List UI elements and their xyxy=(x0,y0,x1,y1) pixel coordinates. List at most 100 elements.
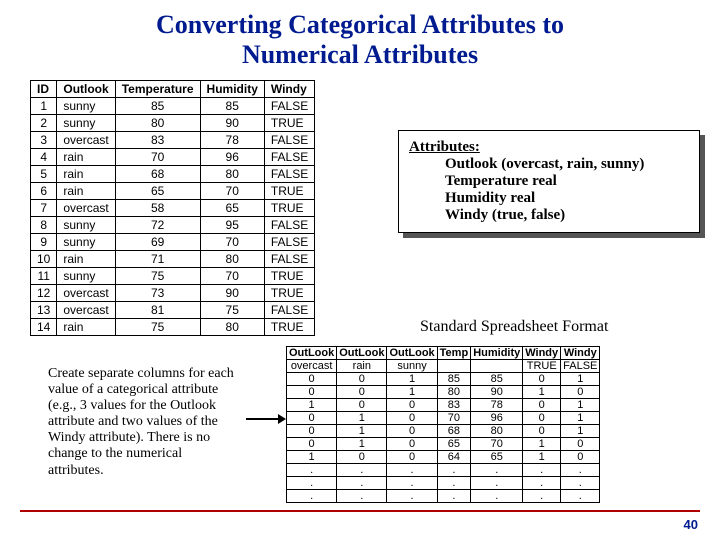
table-cell: 0 xyxy=(287,425,337,438)
table-cell: 96 xyxy=(200,148,264,165)
table-row: 100837801 xyxy=(287,399,600,412)
table-cell: FALSE xyxy=(264,148,314,165)
table-cell: . xyxy=(337,477,387,490)
table-cell: 1 xyxy=(523,386,561,399)
table-row: 6rain6570TRUE xyxy=(31,182,315,199)
table-cell: 0 xyxy=(287,438,337,451)
table-cell: rain xyxy=(57,250,115,267)
table-row: 10rain7180FALSE xyxy=(31,250,315,267)
table-cell: 80 xyxy=(200,250,264,267)
table-row: 5rain6880FALSE xyxy=(31,165,315,182)
table-row: 4rain7096FALSE xyxy=(31,148,315,165)
table2-header-sub: rain xyxy=(337,360,387,373)
table-row: 13overcast8175FALSE xyxy=(31,301,315,318)
table-cell: 70 xyxy=(200,233,264,250)
table-cell: 58 xyxy=(115,199,200,216)
table2-header-top: OutLook xyxy=(287,347,337,360)
table-cell: 70 xyxy=(437,412,471,425)
table-cell: 9 xyxy=(31,233,57,250)
table-cell: sunny xyxy=(57,233,115,250)
table-cell: . xyxy=(337,464,387,477)
table-cell: 0 xyxy=(287,386,337,399)
table-cell: 85 xyxy=(471,373,523,386)
table-cell: . xyxy=(561,490,600,503)
table-cell: 85 xyxy=(200,97,264,114)
table-cell: FALSE xyxy=(264,216,314,233)
table-cell: 80 xyxy=(200,165,264,182)
table-cell: rain xyxy=(57,165,115,182)
table-cell: sunny xyxy=(57,267,115,284)
table-cell: 90 xyxy=(200,284,264,301)
table-cell: 68 xyxy=(437,425,471,438)
table-row: 3overcast8378FALSE xyxy=(31,131,315,148)
table-row: 010657010 xyxy=(287,438,600,451)
table-cell: 0 xyxy=(387,399,437,412)
table-cell: 0 xyxy=(337,386,387,399)
table-cell: 70 xyxy=(115,148,200,165)
table-cell: . xyxy=(437,477,471,490)
table-cell: . xyxy=(387,477,437,490)
table-row: 8sunny7295FALSE xyxy=(31,216,315,233)
table-cell: . xyxy=(287,464,337,477)
table2-header-top: Windy xyxy=(523,347,561,360)
explanation-paragraph: Create separate columns for each value o… xyxy=(48,366,238,479)
table1-header: Windy xyxy=(264,80,314,97)
slide-title: Converting Categorical Attributes to Num… xyxy=(0,0,720,76)
table-cell: 1 xyxy=(561,412,600,425)
table-row: 100646510 xyxy=(287,451,600,464)
table-row: ....... xyxy=(287,490,600,503)
table-cell: 0 xyxy=(387,438,437,451)
table-row: 11sunny7570TRUE xyxy=(31,267,315,284)
table-cell: 1 xyxy=(287,399,337,412)
table-cell: 71 xyxy=(115,250,200,267)
table-cell: FALSE xyxy=(264,250,314,267)
table-cell: 78 xyxy=(200,131,264,148)
table-cell: 0 xyxy=(561,451,600,464)
table-cell: 75 xyxy=(200,301,264,318)
table-cell: 1 xyxy=(287,451,337,464)
table-cell: 83 xyxy=(437,399,471,412)
table-cell: rain xyxy=(57,148,115,165)
table1-header: Outlook xyxy=(57,80,115,97)
table-row: 2sunny8090TRUE xyxy=(31,114,315,131)
footer-divider xyxy=(20,510,700,512)
table-cell: 85 xyxy=(437,373,471,386)
table1-header: Humidity xyxy=(200,80,264,97)
table-cell: 70 xyxy=(471,438,523,451)
table-cell: sunny xyxy=(57,114,115,131)
table-cell: 1 xyxy=(387,386,437,399)
table-cell: 83 xyxy=(115,131,200,148)
table-cell: TRUE xyxy=(264,318,314,335)
page-number: 40 xyxy=(684,517,698,532)
table-cell: 14 xyxy=(31,318,57,335)
table-cell: 2 xyxy=(31,114,57,131)
table-cell: sunny xyxy=(57,216,115,233)
table-cell: 1 xyxy=(561,425,600,438)
table-cell: . xyxy=(287,477,337,490)
table-cell: 0 xyxy=(387,425,437,438)
table-cell: 64 xyxy=(437,451,471,464)
table-cell: TRUE xyxy=(264,284,314,301)
table-cell: overcast xyxy=(57,284,115,301)
table-cell: 3 xyxy=(31,131,57,148)
table2-header-sub xyxy=(471,360,523,373)
table-cell: 1 xyxy=(337,425,387,438)
table-cell: 80 xyxy=(115,114,200,131)
table-cell: 13 xyxy=(31,301,57,318)
table-cell: 0 xyxy=(287,373,337,386)
attributes-heading: Attributes: xyxy=(409,139,689,156)
table-cell: . xyxy=(471,490,523,503)
table-cell: 68 xyxy=(115,165,200,182)
table-cell: sunny xyxy=(57,97,115,114)
table-cell: 11 xyxy=(31,267,57,284)
source-table: IDOutlookTemperatureHumidityWindy1sunny8… xyxy=(30,80,315,336)
table-cell: 80 xyxy=(437,386,471,399)
table-cell: . xyxy=(561,464,600,477)
table1-header: ID xyxy=(31,80,57,97)
table-cell: 0 xyxy=(561,386,600,399)
table-cell: . xyxy=(471,464,523,477)
table-row: 1sunny8585FALSE xyxy=(31,97,315,114)
table-cell: 69 xyxy=(115,233,200,250)
table2-header-sub: sunny xyxy=(387,360,437,373)
table-cell: 75 xyxy=(115,267,200,284)
